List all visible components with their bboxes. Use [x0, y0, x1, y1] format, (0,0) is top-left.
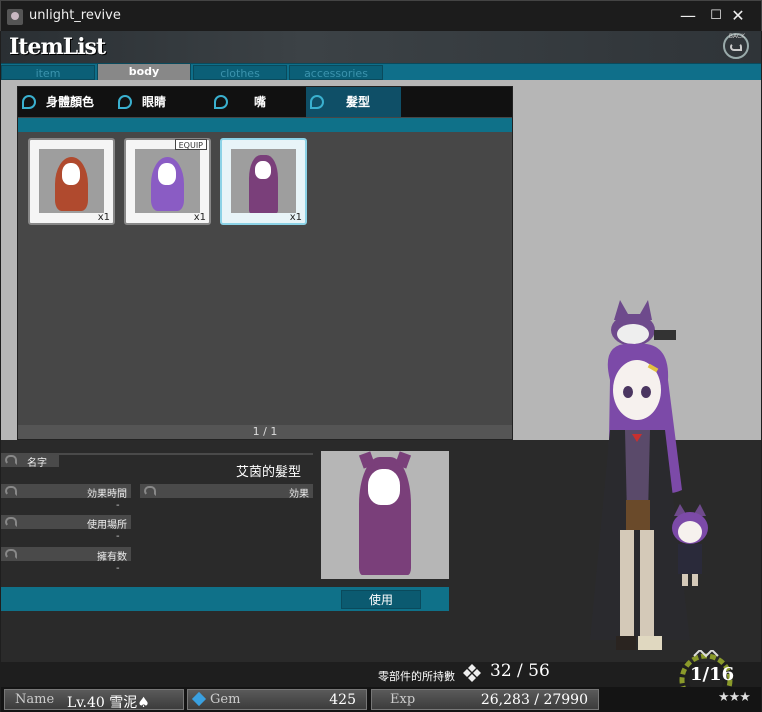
name-label: 名字 — [27, 458, 47, 469]
tab-body[interactable]: body — [97, 63, 191, 81]
hair-face — [62, 163, 80, 185]
gem-icon — [191, 691, 207, 707]
exp-box: Exp 26,283 / 27990 — [371, 689, 599, 710]
exp-key: Exp — [390, 692, 416, 707]
parts-label: 零部件的所持數 — [378, 670, 455, 683]
row-icon — [5, 549, 17, 559]
subtab-label: 眼睛 — [142, 95, 167, 109]
item-card-hair-purple[interactable]: EQUIP x1 — [124, 138, 211, 225]
tab-item[interactable]: item — [1, 65, 95, 80]
name-label-row: 名字 — [1, 453, 59, 469]
subtab-label: 身體顏色 — [46, 95, 95, 109]
location-label: 使用場所 — [87, 520, 127, 531]
duration-label: 効果時間 — [87, 489, 127, 500]
item-thumbnail — [231, 149, 296, 213]
close-button[interactable]: ✕ — [727, 5, 749, 27]
character-avatar — [590, 300, 708, 650]
subtab-eyes[interactable]: 眼睛 — [114, 87, 209, 117]
item-card-hair-ein[interactable]: x1 — [220, 138, 307, 225]
equip-badge: EQUIP — [174, 139, 207, 150]
item-list-panel: 身體顏色 眼睛 嘴 髮型 x1 EQUIP x1 x1 1 / 1 — [17, 86, 513, 440]
subtab-icon — [22, 95, 36, 109]
subtab-icon — [118, 95, 132, 109]
row-icon — [144, 486, 156, 496]
app-icon — [7, 9, 23, 25]
subtab-icon — [310, 95, 324, 109]
character-figure — [590, 300, 708, 650]
rank-text: 1/16 — [690, 664, 735, 685]
item-count: x1 — [289, 212, 302, 223]
category-tabs: item body clothes accessories — [1, 63, 761, 81]
item-thumbnail — [135, 149, 200, 213]
pager: 1 / 1 — [18, 425, 512, 439]
preview-face — [368, 469, 400, 505]
subtab-label: 嘴 — [254, 95, 267, 109]
tab-clothes[interactable]: clothes — [193, 65, 287, 80]
maximize-button[interactable]: ☐ — [705, 5, 727, 27]
minimize-button[interactable]: — — [677, 5, 699, 27]
location-row: 使用場所 — [1, 515, 131, 531]
header: ItemList BACK — [1, 31, 761, 63]
item-count: x1 — [193, 212, 206, 223]
owned-value: - — [116, 563, 120, 574]
subtab-hairstyle[interactable]: 髮型 — [306, 87, 401, 117]
item-name: 艾茵的髮型 — [236, 465, 302, 480]
name-underline — [59, 453, 313, 455]
subtabs: 身體顏色 眼睛 嘴 髮型 — [18, 87, 512, 117]
window-title: unlight_revive — [29, 8, 121, 23]
row-icon — [5, 517, 17, 527]
gem-box: Gem 425 — [187, 689, 367, 710]
gem-value: 425 — [329, 692, 356, 708]
use-button[interactable]: 使用 — [341, 590, 421, 609]
status-bar: Name Lv.40 雪泥♠ Gem 425 Exp 26,283 / 2799… — [1, 687, 761, 712]
gem-key: Gem — [210, 692, 241, 707]
hair-face — [255, 161, 271, 179]
owned-label: 擁有数 — [97, 552, 127, 563]
duration-row: 効果時間 — [1, 484, 131, 500]
name-box: Name Lv.40 雪泥♠ — [4, 689, 184, 711]
row-icon — [5, 486, 17, 496]
name-value: Lv.40 雪泥♠ — [67, 695, 150, 711]
parts-diamond-icon — [463, 664, 481, 682]
subtab-body-color[interactable]: 身體顏色 — [18, 87, 113, 117]
hair-face — [158, 163, 176, 185]
back-label: BACK — [728, 33, 746, 40]
location-value: - — [116, 531, 120, 542]
name-key: Name — [15, 692, 55, 707]
item-preview — [321, 451, 449, 579]
item-thumbnail — [39, 149, 104, 213]
subtab-icon — [214, 95, 228, 109]
effect-row: 効果 — [140, 484, 313, 500]
rank-stars: ★★★ — [718, 690, 751, 705]
row-icon — [5, 455, 17, 465]
parts-count: 32 / 56 — [490, 661, 550, 681]
page-logo: ItemList — [9, 34, 106, 60]
window-titlebar: unlight_revive — ☐ ✕ — [0, 0, 762, 31]
back-button[interactable]: BACK — [723, 33, 749, 59]
subtab-mouth[interactable]: 嘴 — [210, 87, 305, 117]
exp-value: 26,283 / 27990 — [480, 692, 588, 708]
owned-row: 擁有数 — [1, 547, 131, 563]
duration-value: - — [116, 500, 120, 511]
item-count: x1 — [97, 212, 110, 223]
subtab-strip — [18, 118, 512, 132]
subtab-label: 髮型 — [346, 95, 371, 109]
tab-accessories[interactable]: accessories — [289, 65, 383, 80]
item-card-hair-orange[interactable]: x1 — [28, 138, 115, 225]
effect-label: 効果 — [289, 489, 309, 500]
back-arrow-icon — [730, 43, 742, 51]
